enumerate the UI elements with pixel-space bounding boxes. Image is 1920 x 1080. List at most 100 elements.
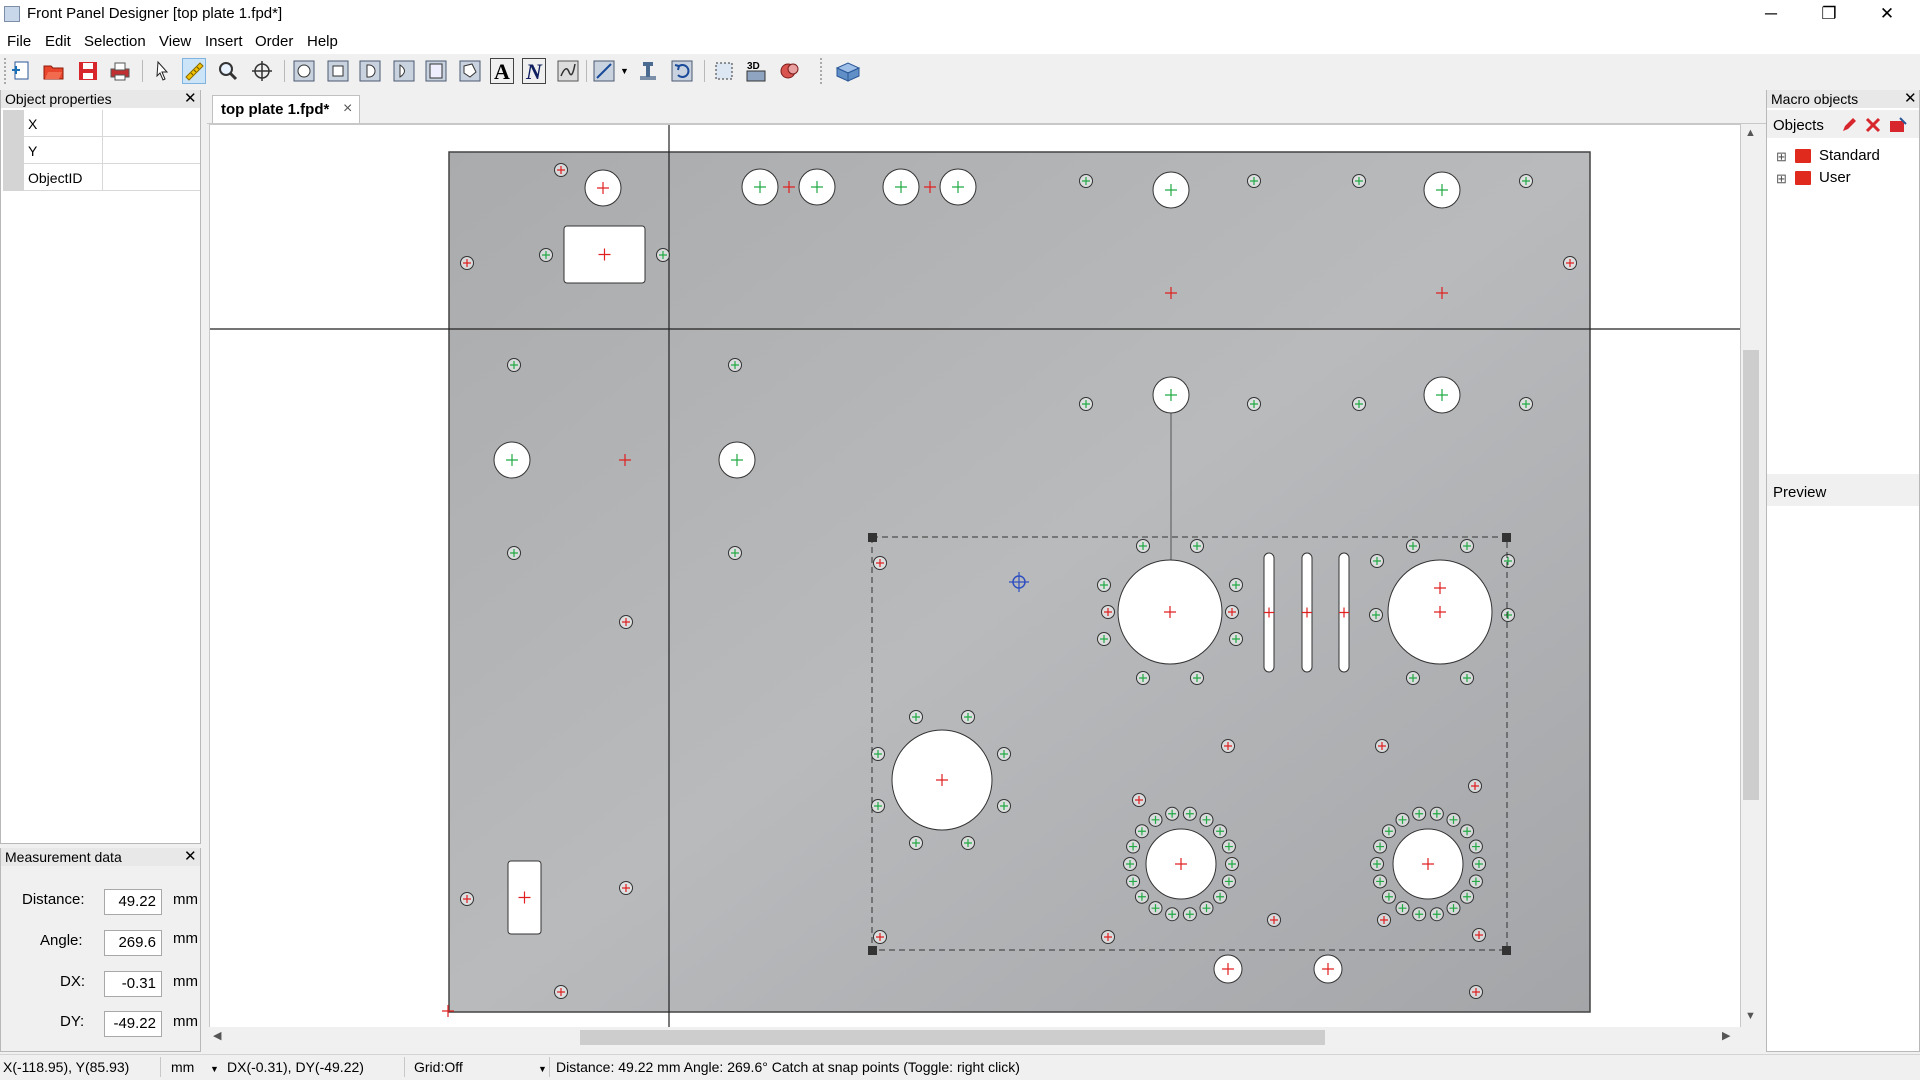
- status-separator: [404, 1057, 405, 1077]
- status-delta: DX(-0.31), DY(-49.22): [227, 1059, 364, 1075]
- measure-ruler-icon[interactable]: [182, 58, 206, 84]
- rotate-icon[interactable]: [670, 58, 694, 84]
- double-d-hole-icon[interactable]: [392, 58, 416, 84]
- property-divider: [102, 137, 103, 163]
- design-canvas[interactable]: [209, 124, 1741, 1044]
- minimize-button[interactable]: ─: [1742, 0, 1800, 30]
- scroll-right-icon[interactable]: ▶: [1722, 1029, 1730, 1042]
- scroll-left-icon[interactable]: ◀: [213, 1029, 221, 1042]
- toolbar-separator: [284, 60, 285, 82]
- object-properties-close-icon[interactable]: ✕: [184, 90, 197, 108]
- text-engraving-icon[interactable]: A: [490, 58, 514, 84]
- pointer-icon[interactable]: [150, 58, 174, 84]
- dy-unit: mm: [173, 1013, 198, 1030]
- angle-field[interactable]: 269.6: [104, 930, 162, 956]
- new-icon[interactable]: [10, 58, 34, 84]
- dx-unit: mm: [173, 973, 198, 990]
- tree-item-standard[interactable]: Standard: [1819, 147, 1880, 164]
- toolbar-grip[interactable]: [820, 58, 825, 84]
- scroll-up-icon[interactable]: ▲: [1745, 127, 1756, 139]
- line-tool-icon[interactable]: [592, 58, 616, 84]
- tree-item-user[interactable]: User: [1819, 169, 1851, 186]
- menu-insert[interactable]: Insert: [205, 33, 243, 50]
- rectangle-hole-icon[interactable]: [326, 58, 350, 84]
- circle-hole-icon[interactable]: [292, 58, 316, 84]
- selection-handle[interactable]: [868, 533, 877, 542]
- status-message: Distance: 49.22 mm Angle: 269.6° Catch a…: [556, 1059, 1020, 1075]
- scroll-down-icon[interactable]: ▼: [1745, 1010, 1756, 1022]
- tab-bar: [207, 90, 1766, 124]
- delete-macro-icon[interactable]: [1864, 116, 1882, 138]
- app-icon: [4, 6, 20, 22]
- object-properties-panel: [0, 90, 201, 844]
- crosshair-icon[interactable]: [250, 58, 274, 84]
- objects-label: Objects: [1773, 117, 1824, 134]
- open-icon[interactable]: [42, 58, 66, 84]
- bolt-icon[interactable]: [636, 58, 660, 84]
- line-tool-dropdown-icon[interactable]: ▼: [620, 66, 629, 76]
- distance-field[interactable]: 49.22: [104, 889, 162, 915]
- tab-document[interactable]: top plate 1.fpd* ×: [212, 95, 360, 123]
- measurement-close-icon[interactable]: ✕: [184, 848, 197, 866]
- hpgl-import-icon[interactable]: [556, 58, 580, 84]
- selection-handle[interactable]: [868, 946, 877, 955]
- property-row-x[interactable]: X: [24, 110, 200, 137]
- menu-edit[interactable]: Edit: [45, 33, 71, 50]
- measurement-title: Measurement data: [1, 848, 200, 866]
- add-macro-icon[interactable]: [1888, 116, 1908, 138]
- dx-field[interactable]: -0.31: [104, 971, 162, 997]
- menu-file[interactable]: File: [7, 33, 31, 50]
- window-title: Front Panel Designer [top plate 1.fpd*]: [27, 5, 283, 22]
- d-hole-icon[interactable]: [358, 58, 382, 84]
- menu-view[interactable]: View: [159, 33, 191, 50]
- tab-close-icon[interactable]: ×: [343, 100, 352, 118]
- horizontal-scroll-thumb[interactable]: [580, 1030, 1325, 1045]
- dy-label: DY:: [60, 1013, 85, 1030]
- select-area-icon[interactable]: [712, 58, 736, 84]
- toolbar-grip[interactable]: [4, 58, 9, 84]
- status-unit[interactable]: mm: [171, 1059, 194, 1075]
- measurement-panel: [0, 848, 201, 1052]
- property-divider: [102, 164, 103, 190]
- 3d-view-icon[interactable]: 3D: [744, 58, 768, 84]
- distance-label: Distance:: [22, 891, 85, 908]
- vertical-scroll-thumb[interactable]: [1743, 350, 1759, 800]
- menu-selection[interactable]: Selection: [84, 33, 146, 50]
- title-bar: [0, 0, 1920, 30]
- tab-label: top plate 1.fpd*: [221, 101, 330, 118]
- property-name: X: [28, 116, 38, 132]
- close-button[interactable]: ✕: [1858, 0, 1916, 30]
- selection-handle[interactable]: [1502, 946, 1511, 955]
- folder-icon: [1795, 171, 1811, 185]
- ntext-engraving-icon[interactable]: N: [522, 58, 546, 84]
- status-grid[interactable]: Grid:Off: [414, 1059, 463, 1075]
- menu-order[interactable]: Order: [255, 33, 293, 50]
- macro-objects-title: Macro objects: [1767, 90, 1919, 108]
- front-panel-drawing[interactable]: [210, 125, 1741, 1044]
- svg-text:3D: 3D: [747, 61, 760, 72]
- property-row-objectid[interactable]: ObjectID: [24, 164, 200, 191]
- selection-handle[interactable]: [1502, 533, 1511, 542]
- save-icon[interactable]: [76, 58, 100, 84]
- menu-help[interactable]: Help: [307, 33, 338, 50]
- order-icon[interactable]: [834, 58, 861, 84]
- property-name: Y: [28, 143, 38, 159]
- property-row-y[interactable]: Y: [24, 137, 200, 164]
- zoom-icon[interactable]: [216, 58, 240, 84]
- status-coordinates: X(-118.95), Y(85.93): [3, 1059, 130, 1075]
- edit-macro-icon[interactable]: [1840, 116, 1858, 138]
- status-separator: [549, 1057, 550, 1077]
- restore-button[interactable]: ❐: [1800, 0, 1858, 30]
- dy-field[interactable]: -49.22: [104, 1011, 162, 1037]
- freeform-cutout-icon[interactable]: [458, 58, 482, 84]
- materials-icon[interactable]: [778, 58, 802, 84]
- rect-cutout-icon[interactable]: [424, 58, 448, 84]
- property-gutter: [3, 110, 24, 191]
- distance-unit: mm: [173, 891, 198, 908]
- print-icon[interactable]: [108, 58, 132, 84]
- tree-expander-icon[interactable]: ⊞: [1776, 171, 1787, 187]
- tree-expander-icon[interactable]: ⊞: [1776, 149, 1787, 165]
- macro-objects-close-icon[interactable]: ✕: [1904, 90, 1917, 108]
- unit-dropdown-icon[interactable]: ▼: [210, 1064, 219, 1074]
- grid-dropdown-icon[interactable]: ▼: [538, 1064, 547, 1074]
